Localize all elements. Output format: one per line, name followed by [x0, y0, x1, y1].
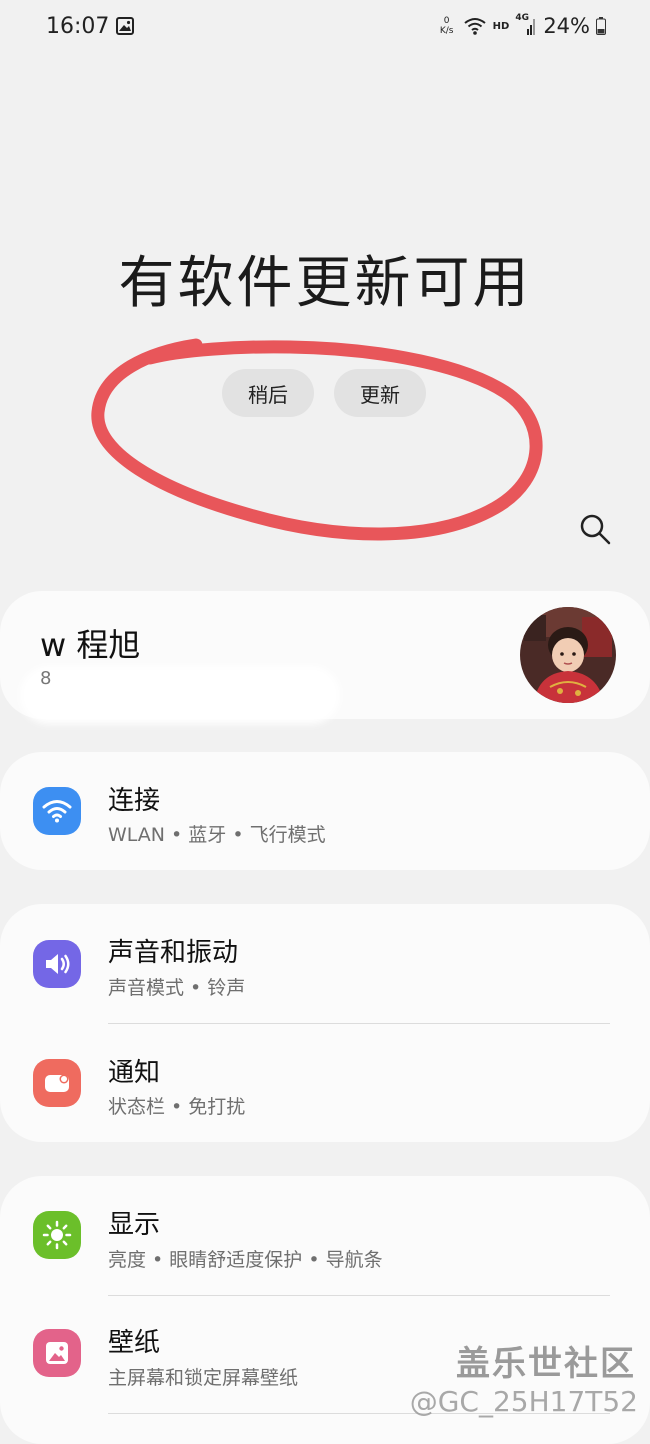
wallpaper-subtitle: 主屏幕和锁定屏幕壁纸	[108, 1367, 299, 1389]
image-icon	[33, 1329, 81, 1377]
gallery-notification-icon	[116, 17, 134, 35]
divider	[108, 1295, 610, 1296]
wallpaper-title: 壁纸	[108, 1328, 161, 1358]
speaker-icon	[33, 940, 81, 988]
later-button[interactable]: 稍后	[222, 369, 314, 417]
hd-voice-indicator: HD	[492, 20, 510, 32]
battery-percentage: 24%	[543, 14, 590, 38]
connections-subtitle: WLAN • 蓝牙 • 飞行模式	[108, 824, 326, 846]
sound-subtitle: 声音模式 • 铃声	[108, 977, 246, 999]
search-icon[interactable]	[578, 512, 612, 546]
community-watermark-user: @GC_25H17T52	[409, 1385, 638, 1418]
signal-icon	[527, 19, 536, 35]
network-speed-value: 0	[443, 16, 450, 26]
account-name: w 程旭	[40, 626, 141, 664]
wifi-icon	[33, 787, 81, 835]
sound-title: 声音和振动	[108, 938, 239, 968]
account-id-hint: 8	[40, 668, 52, 689]
network-speed: 0 K/s	[437, 16, 457, 36]
status-time: 16:07	[46, 14, 110, 39]
redacted-smudge	[20, 666, 340, 724]
display-title: 显示	[108, 1210, 161, 1240]
avatar[interactable]	[520, 607, 616, 703]
settings-group-connections	[0, 752, 650, 870]
network-speed-unit: K/s	[439, 26, 454, 36]
update-available-title: 有软件更新可用	[118, 251, 532, 316]
update-button[interactable]: 更新	[334, 369, 426, 417]
notification-icon	[33, 1059, 81, 1107]
community-watermark-title: 盖乐世社区	[456, 1344, 636, 1384]
notifications-title: 通知	[108, 1058, 161, 1088]
cellular-signal: 4G	[515, 13, 537, 37]
notifications-subtitle: 状态栏 • 免打扰	[108, 1096, 246, 1118]
sun-icon	[33, 1211, 81, 1259]
wifi-status-icon	[464, 18, 486, 35]
divider	[108, 1023, 610, 1024]
status-bar: 16:07 0 K/s HD 4G 24%	[0, 0, 650, 56]
display-subtitle: 亮度 • 眼睛舒适度保护 • 导航条	[108, 1249, 383, 1271]
avatar-photo	[520, 607, 616, 703]
connections-title: 连接	[108, 786, 161, 816]
battery-icon	[596, 17, 606, 35]
status-indicators: 0 K/s HD 4G 24%	[437, 13, 606, 38]
